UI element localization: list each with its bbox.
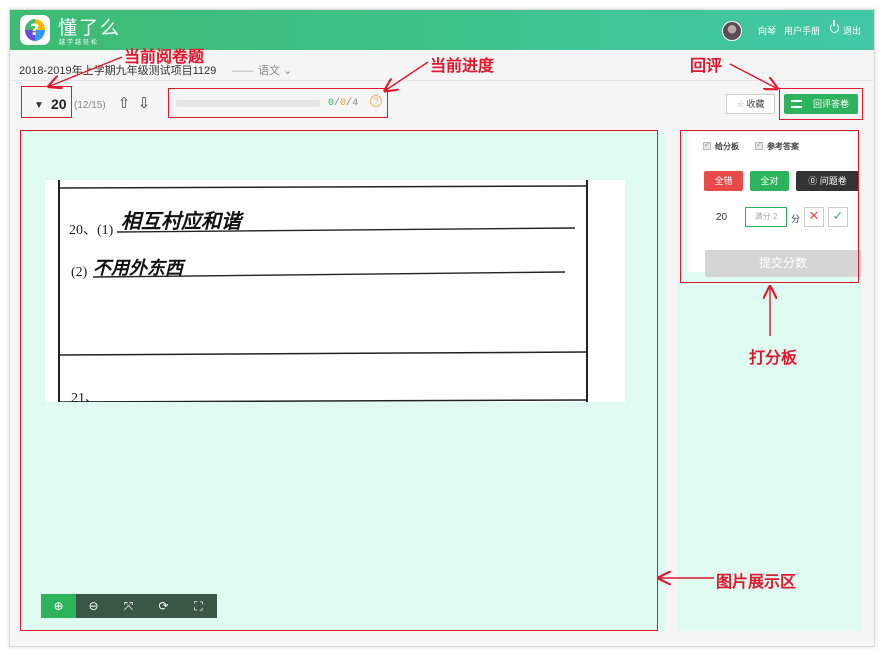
annotation-review: 回评 <box>690 56 723 75</box>
annotation-box-score <box>680 130 859 283</box>
annotation-box-review <box>779 88 863 120</box>
favorite-button[interactable]: ☆ 收藏 <box>726 94 775 114</box>
brand-name: 懂了么 <box>58 17 122 39</box>
annotation-box-image <box>20 130 658 631</box>
chevron-down-icon: ⌄ <box>280 65 293 77</box>
avatar[interactable] <box>722 21 742 41</box>
annotation-image-area: 图片展示区 <box>716 572 797 591</box>
logo-icon <box>20 15 50 45</box>
star-icon: ☆ <box>736 100 745 110</box>
power-icon[interactable] <box>830 20 839 33</box>
annotation-current-question: 当前阅卷题 <box>124 47 205 66</box>
user-manual-link[interactable]: 用户手册 <box>784 24 820 37</box>
annotation-current-progress: 当前进度 <box>430 56 495 75</box>
question-count: (12/15) <box>74 100 106 111</box>
subject-select[interactable]: —— 语文 ⌄ <box>232 62 292 78</box>
brand-slogan: 越学越轻松 <box>59 40 100 46</box>
annotation-score-board: 打分板 <box>749 348 798 367</box>
annotation-box-progress <box>168 88 388 118</box>
divider <box>10 80 874 81</box>
logout-link[interactable]: 退出 <box>843 24 861 37</box>
annotation-box-question <box>21 86 72 118</box>
favorite-label: 收藏 <box>746 99 765 109</box>
arrow-up-icon[interactable]: ⇧ <box>116 94 132 112</box>
subject-label: 语文 <box>258 65 280 77</box>
subject-dash: —— <box>232 65 254 77</box>
user-name[interactable]: 向琴 <box>758 24 776 37</box>
arrow-down-icon[interactable]: ⇩ <box>136 94 152 112</box>
